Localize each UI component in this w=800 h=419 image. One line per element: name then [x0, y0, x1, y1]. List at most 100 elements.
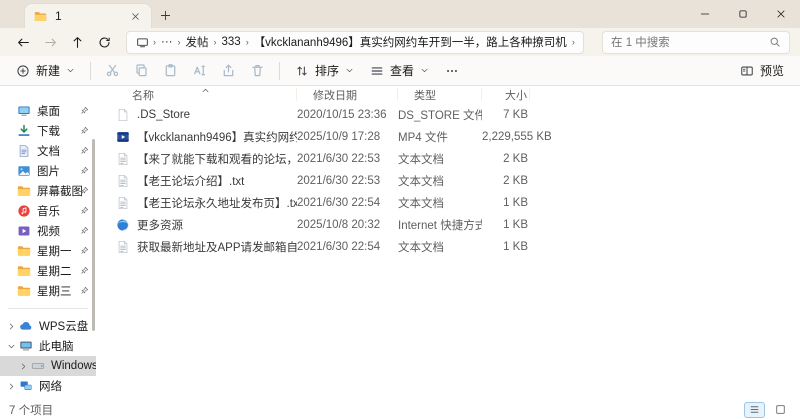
- preview-icon: [740, 64, 754, 78]
- column-header-4[interactable]: 大小: [482, 88, 530, 102]
- breadcrumb-item[interactable]: 1: [576, 35, 577, 49]
- view-toggles: [744, 401, 791, 418]
- sidebar-item-星期一[interactable]: 星期一: [0, 241, 96, 261]
- this-pc-icon: [19, 339, 33, 353]
- folder-icon: [17, 284, 31, 298]
- file-size: 7 KB: [503, 109, 528, 121]
- close-button[interactable]: [762, 0, 800, 28]
- file-row[interactable]: 【来了就能下载和观看的论坛，纯免费！】.txt2021/6/30 22:53 文本…: [96, 148, 800, 170]
- maximize-button[interactable]: [724, 0, 762, 28]
- chevron-right-icon[interactable]: [5, 320, 17, 332]
- chevron-down-icon: [345, 66, 354, 75]
- file-row[interactable]: 【老王论坛介绍】.txt 2021/6/30 22:53 文本文档 2 KB: [96, 170, 800, 192]
- sidebar-item-下载[interactable]: 下载: [0, 121, 96, 141]
- chevron-right-icon: [19, 362, 28, 371]
- breadcrumb: › ··· › 发帖 › 333 › 【vkcklananh9496】真实约网约车开到一半，路…: [152, 33, 577, 51]
- minimize-button[interactable]: [686, 0, 724, 28]
- sidebar-pinned-list: 桌面下载文档 图片屏幕截图音乐 视频星期一星期二星期三: [0, 101, 96, 301]
- copy-button[interactable]: [127, 59, 156, 83]
- file-type: 文本文档: [398, 154, 444, 166]
- view-button-label: 查看: [390, 64, 415, 78]
- tab-close-button[interactable]: [127, 8, 143, 24]
- refresh-button[interactable]: [91, 30, 118, 54]
- videos-icon: [17, 224, 31, 238]
- file-type: Internet 快捷方式: [398, 220, 482, 232]
- sidebar-tree-item-此电脑[interactable]: 此电脑: [0, 336, 96, 356]
- breadcrumb-separator: ›: [177, 37, 181, 47]
- address-bar[interactable]: › ··· › 发帖 › 333 › 【vkcklananh9496】真实约网约车开到一半，路…: [126, 30, 584, 54]
- file-row[interactable]: 【vkcklananh9496】真实约网约车，开到一半...2025/10/9 …: [96, 126, 800, 148]
- breadcrumb-item[interactable]: 【vkcklananh9496】真实约网约车开到一半，路上各种撩司机: [250, 33, 571, 51]
- back-button[interactable]: [10, 30, 37, 54]
- computer-icon: [136, 36, 149, 49]
- column-header-2[interactable]: 修改日期: [297, 88, 398, 102]
- details-view-button[interactable]: [744, 401, 765, 418]
- column-header-3[interactable]: 类型: [398, 88, 482, 102]
- up-button[interactable]: [64, 30, 91, 54]
- sidebar-item-星期二[interactable]: 星期二: [0, 261, 96, 281]
- sort-button[interactable]: 排序: [287, 59, 362, 83]
- breadcrumb-item[interactable]: ···: [157, 35, 177, 49]
- share-button[interactable]: [214, 59, 243, 83]
- breadcrumb-separator: ›: [213, 37, 217, 47]
- text-file-icon: [116, 174, 130, 188]
- breadcrumb-item[interactable]: 333: [218, 35, 245, 49]
- sidebar-item-图片[interactable]: 图片: [0, 161, 96, 181]
- file-row[interactable]: 获取最新地址及APP请发邮箱自动获取.txt2021/6/30 22:54 文本文…: [96, 236, 800, 258]
- pin-icon: [80, 166, 89, 175]
- file-list-area: 名称 修改日期 类型 大小 .DS_Store 2020/10/15 23:36 DS_S…: [96, 87, 800, 400]
- sidebar-item-label: 屏幕截图: [37, 186, 83, 198]
- sidebar-item-视频[interactable]: 视频: [0, 221, 96, 241]
- minimize-icon: [700, 9, 710, 19]
- file-row[interactable]: .DS_Store 2020/10/15 23:36 DS_STORE 文件 7 KB: [96, 104, 800, 126]
- cut-button[interactable]: [98, 59, 127, 83]
- sidebar-tree-item-Windows-SSD[interactable]: Windows-SSD: [0, 356, 96, 376]
- sidebar-tree-item-WPS云盘[interactable]: WPS云盘: [0, 316, 96, 336]
- search-placeholder: 在 1 中搜索: [611, 37, 670, 49]
- file-date: 2025/10/8 20:32: [297, 219, 381, 231]
- sidebar-item-桌面[interactable]: 桌面: [0, 101, 96, 121]
- thumbnail-view-button[interactable]: [770, 402, 791, 418]
- chevron-down-icon[interactable]: [5, 340, 17, 352]
- file-type: 文本文档: [398, 242, 444, 254]
- text-file-icon: [116, 240, 130, 254]
- breadcrumb-item[interactable]: 发帖: [182, 33, 213, 51]
- rename-button[interactable]: [185, 59, 214, 83]
- command-toolbar: 新建 排序 查看 预览: [0, 56, 800, 86]
- pin-icon: [80, 106, 89, 115]
- sidebar-item-label: 下载: [37, 126, 60, 138]
- search-box[interactable]: 在 1 中搜索: [602, 30, 790, 54]
- sidebar-tree-item-label: Windows-SSD: [51, 360, 96, 372]
- file-row[interactable]: 【老王论坛永久地址发布页】.txt 2021/6/30 22:54 文本文档 1 KB: [96, 192, 800, 214]
- forward-icon: [44, 36, 57, 49]
- view-button[interactable]: 查看: [362, 59, 437, 83]
- sidebar-tree-item-网络[interactable]: 网络: [0, 376, 96, 396]
- file-name-cell: 更多资源: [116, 217, 297, 233]
- file-row[interactable]: 更多资源 2025/10/8 20:32 Internet 快捷方式 1 KB: [96, 214, 800, 236]
- sidebar-item-星期三[interactable]: 星期三: [0, 281, 96, 301]
- more-options-button[interactable]: [437, 59, 467, 83]
- delete-button[interactable]: [243, 59, 272, 83]
- paste-button[interactable]: [156, 59, 185, 83]
- preview-button[interactable]: 预览: [732, 59, 792, 83]
- sidebar-item-音乐[interactable]: 音乐: [0, 201, 96, 221]
- sidebar-item-屏幕截图[interactable]: 屏幕截图: [0, 181, 96, 201]
- sidebar-item-label: 星期二: [37, 266, 72, 278]
- sidebar-tree-item-label: WPS云盘: [39, 321, 89, 333]
- sidebar-item-label: 星期一: [37, 246, 72, 258]
- forward-button[interactable]: [37, 30, 64, 54]
- file-name: .DS_Store: [137, 109, 191, 121]
- new-button-label: 新建: [36, 64, 61, 78]
- chevron-right-icon[interactable]: [5, 380, 17, 392]
- new-button[interactable]: 新建: [8, 59, 83, 83]
- file-name-cell: 获取最新地址及APP请发邮箱自动获取.txt: [116, 239, 297, 255]
- new-tab-button[interactable]: [152, 3, 178, 28]
- file-size: 1 KB: [503, 241, 528, 253]
- items-count: 7 个项目: [9, 404, 54, 417]
- file-type: 文本文档: [398, 176, 444, 188]
- documents-icon: [17, 144, 31, 158]
- tab-folder-1[interactable]: 1: [24, 3, 152, 28]
- sidebar-item-文档[interactable]: 文档: [0, 141, 96, 161]
- chevron-right-icon[interactable]: [17, 360, 29, 372]
- sidebar-scrollbar[interactable]: [92, 139, 95, 331]
